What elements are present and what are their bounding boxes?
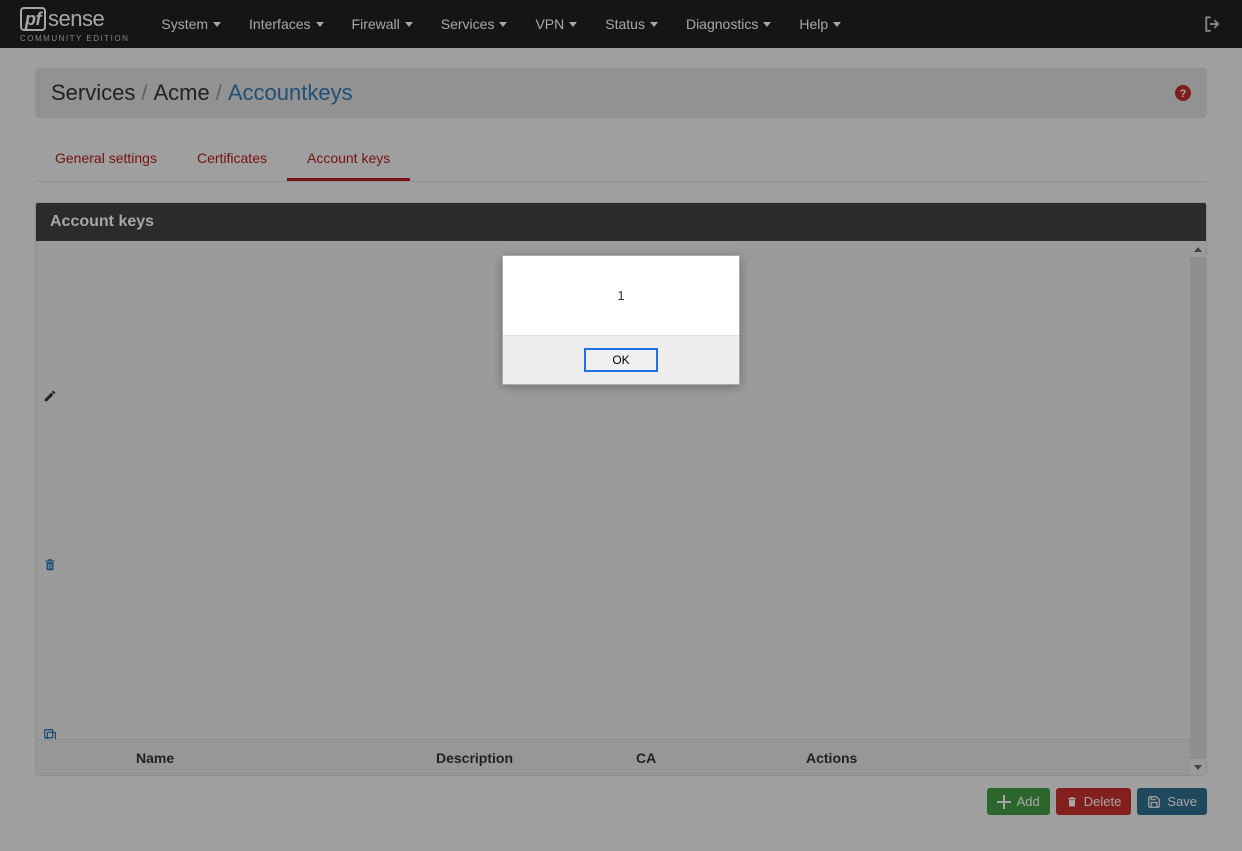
modal-overlay: 1 OK: [0, 0, 1242, 851]
ok-button[interactable]: OK: [584, 348, 658, 372]
dialog-message: 1: [503, 256, 739, 335]
alert-dialog: 1 OK: [502, 255, 740, 385]
dialog-footer: OK: [503, 335, 739, 384]
